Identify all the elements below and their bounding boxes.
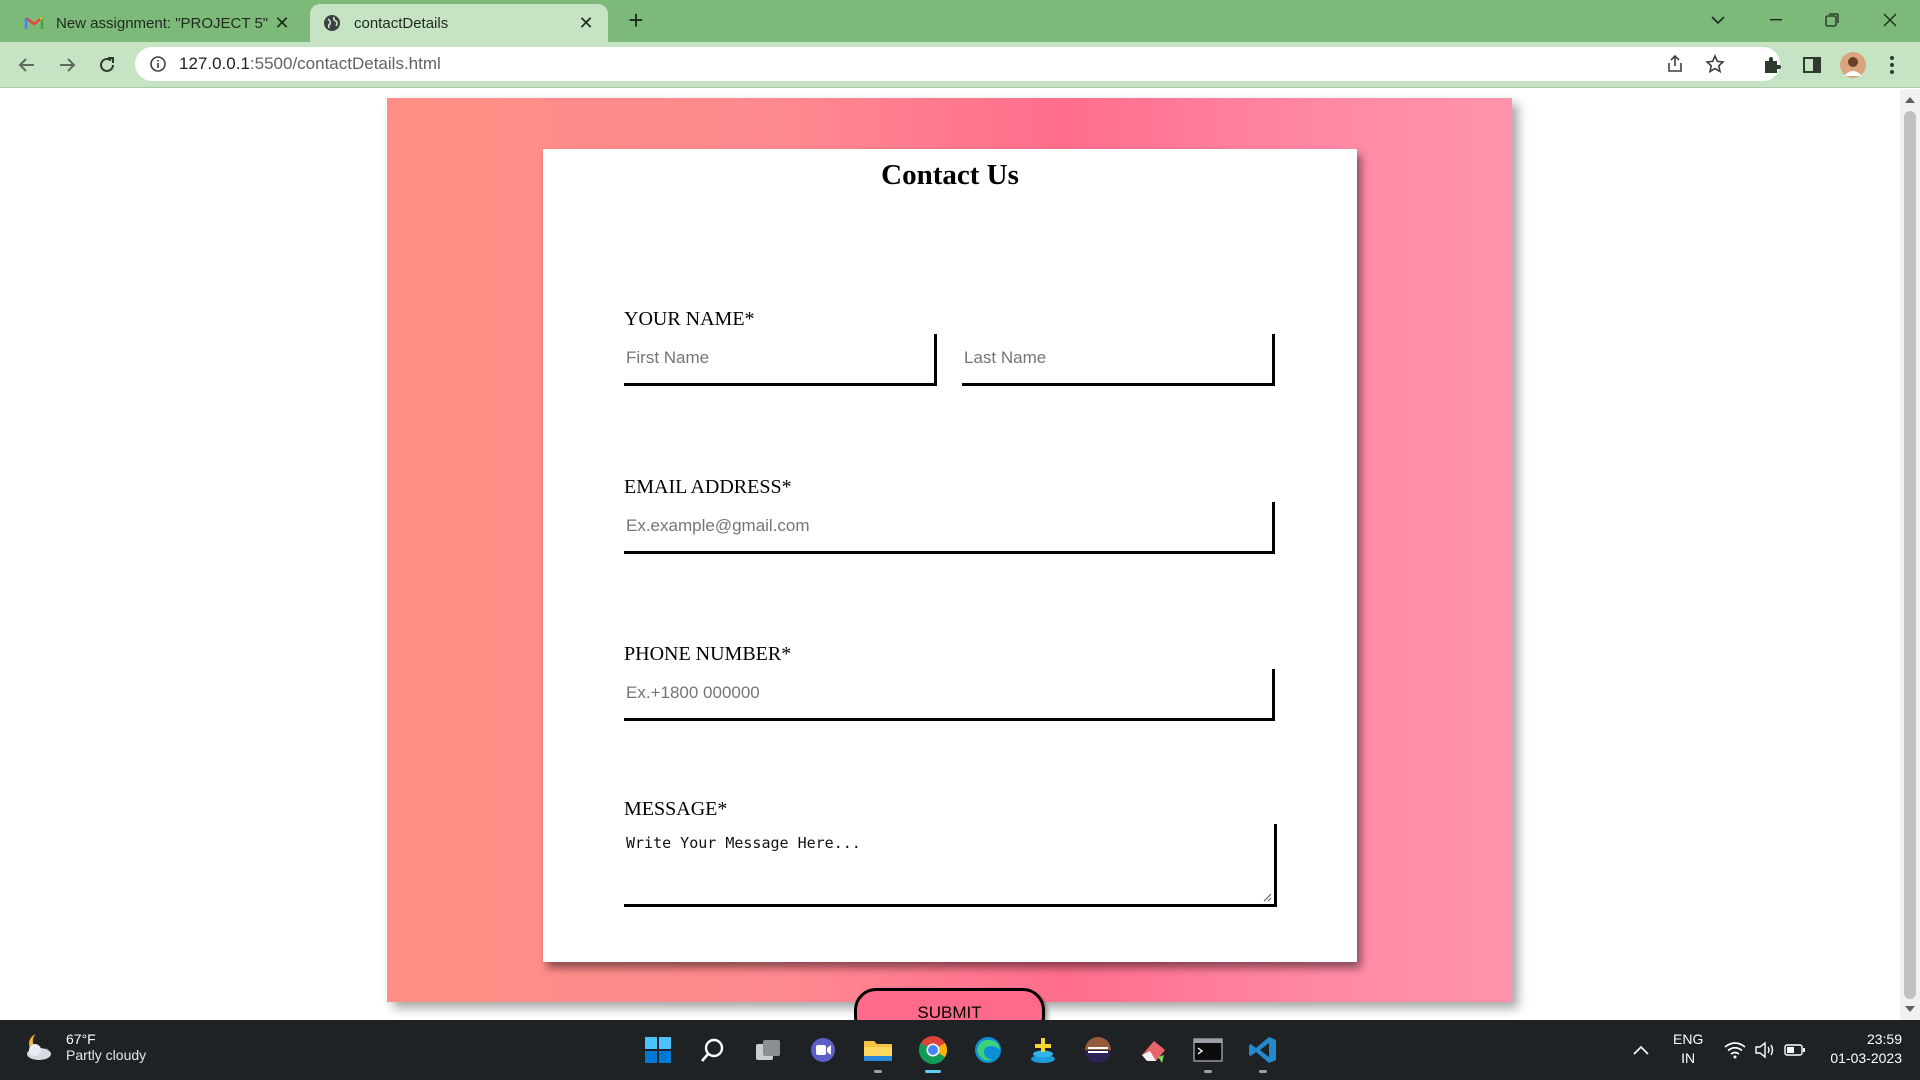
globe-icon: [324, 15, 340, 31]
vscode-icon[interactable]: [1243, 1030, 1283, 1073]
phone-input[interactable]: Ex.+1800 000000: [624, 669, 1275, 721]
first-name-input[interactable]: First Name: [624, 334, 937, 386]
address-bar[interactable]: 127.0.0.1:5500/contactDetails.html: [135, 47, 1780, 81]
menu-kebab-icon[interactable]: [1877, 50, 1907, 80]
last-name-input[interactable]: Last Name: [962, 334, 1275, 386]
forward-button[interactable]: [52, 50, 82, 80]
close-window-button[interactable]: [1868, 6, 1912, 34]
eclipse-icon[interactable]: [1078, 1030, 1118, 1070]
region-code: IN: [1681, 1050, 1696, 1066]
weather-condition: Partly cloudy: [66, 1047, 147, 1063]
message-text: Write Your Message Here...: [626, 834, 861, 852]
task-view-icon[interactable]: [748, 1030, 788, 1070]
language-code: ENG: [1673, 1031, 1704, 1047]
scrollbar-thumb[interactable]: [1904, 111, 1916, 999]
url-host: 127.0.0.1: [179, 54, 250, 73]
close-icon[interactable]: ✕: [576, 13, 596, 33]
search-icon[interactable]: [693, 1030, 733, 1070]
app-icon[interactable]: [1023, 1030, 1063, 1070]
back-button[interactable]: [12, 50, 42, 80]
tab-title: New assignment: "PROJECT 5" - r: [56, 14, 272, 32]
tab-contact-details[interactable]: contactDetails ✕: [310, 4, 608, 42]
vertical-scrollbar[interactable]: [1900, 89, 1920, 1020]
edge-icon[interactable]: [968, 1030, 1008, 1070]
extensions-icon[interactable]: [1757, 50, 1787, 80]
running-indicator: [925, 1070, 941, 1073]
input-language[interactable]: ENG IN: [1673, 1030, 1703, 1068]
new-tab-button[interactable]: +: [622, 7, 650, 35]
message-textarea[interactable]: Write Your Message Here...: [624, 824, 1277, 907]
page-viewport: Contact Us YOUR NAME* First Name Last Na…: [0, 89, 1900, 1020]
email-label: EMAIL ADDRESS*: [624, 476, 792, 498]
url-text[interactable]: 127.0.0.1:5500/contactDetails.html: [179, 54, 441, 74]
battery-icon[interactable]: [1780, 1030, 1810, 1070]
running-indicator: [874, 1070, 882, 1073]
taskbar: 67°F Partly cloudy ENG IN 23:59 01-03-20…: [0, 1020, 1920, 1080]
running-indicator: [1259, 1070, 1267, 1073]
resize-grip-icon[interactable]: [1262, 892, 1272, 902]
terminal-icon[interactable]: [1188, 1030, 1228, 1073]
share-icon[interactable]: [1660, 49, 1690, 79]
teams-chat-icon[interactable]: [803, 1030, 843, 1070]
clock-time: 23:59: [1866, 1031, 1902, 1047]
contact-form: Contact Us YOUR NAME* First Name Last Na…: [543, 149, 1357, 1020]
name-label: YOUR NAME*: [624, 308, 755, 330]
submit-button[interactable]: SUBMIT: [854, 988, 1045, 1020]
browser-toolbar: 127.0.0.1:5500/contactDetails.html: [0, 42, 1920, 88]
bookmark-star-icon[interactable]: [1700, 49, 1730, 79]
wifi-icon[interactable]: [1720, 1030, 1750, 1070]
partly-cloudy-icon: [27, 1034, 51, 1060]
volume-icon[interactable]: [1750, 1030, 1780, 1070]
page-title: Contact Us: [881, 159, 1019, 191]
eraser-app-icon[interactable]: [1133, 1030, 1173, 1070]
gmail-icon: [24, 16, 44, 29]
chrome-icon[interactable]: [913, 1030, 953, 1073]
email-input[interactable]: Ex.example@gmail.com: [624, 502, 1275, 554]
reload-button[interactable]: [92, 50, 122, 80]
running-indicator: [1204, 1070, 1212, 1073]
weather-temperature: 67°F: [66, 1031, 96, 1047]
scroll-up-icon[interactable]: [1905, 97, 1915, 103]
url-path: :5500/contactDetails.html: [249, 54, 441, 73]
tab-title: contactDetails: [354, 14, 449, 32]
system-clock[interactable]: 23:59 01-03-2023: [1822, 1030, 1902, 1068]
tab-search-icon[interactable]: [1696, 6, 1740, 34]
windows-start-icon[interactable]: [638, 1030, 678, 1070]
clock-date: 01-03-2023: [1830, 1050, 1902, 1066]
show-hidden-icons-icon[interactable]: [1626, 1030, 1656, 1070]
close-icon[interactable]: ✕: [272, 13, 292, 33]
profile-avatar[interactable]: [1838, 50, 1868, 80]
tab-gmail[interactable]: New assignment: "PROJECT 5" - r ✕: [12, 4, 304, 42]
restore-button[interactable]: [1810, 6, 1854, 34]
message-label: MESSAGE*: [624, 798, 728, 820]
file-explorer-icon[interactable]: [858, 1030, 898, 1073]
site-info-icon[interactable]: [149, 55, 167, 73]
tab-strip: New assignment: "PROJECT 5" - r ✕ contac…: [0, 0, 1920, 42]
side-panel-icon[interactable]: [1797, 50, 1827, 80]
phone-label: PHONE NUMBER*: [624, 643, 792, 665]
weather-widget[interactable]: 67°F Partly cloudy: [22, 1030, 146, 1064]
scroll-down-icon[interactable]: [1905, 1006, 1915, 1012]
minimize-button[interactable]: [1754, 6, 1798, 34]
